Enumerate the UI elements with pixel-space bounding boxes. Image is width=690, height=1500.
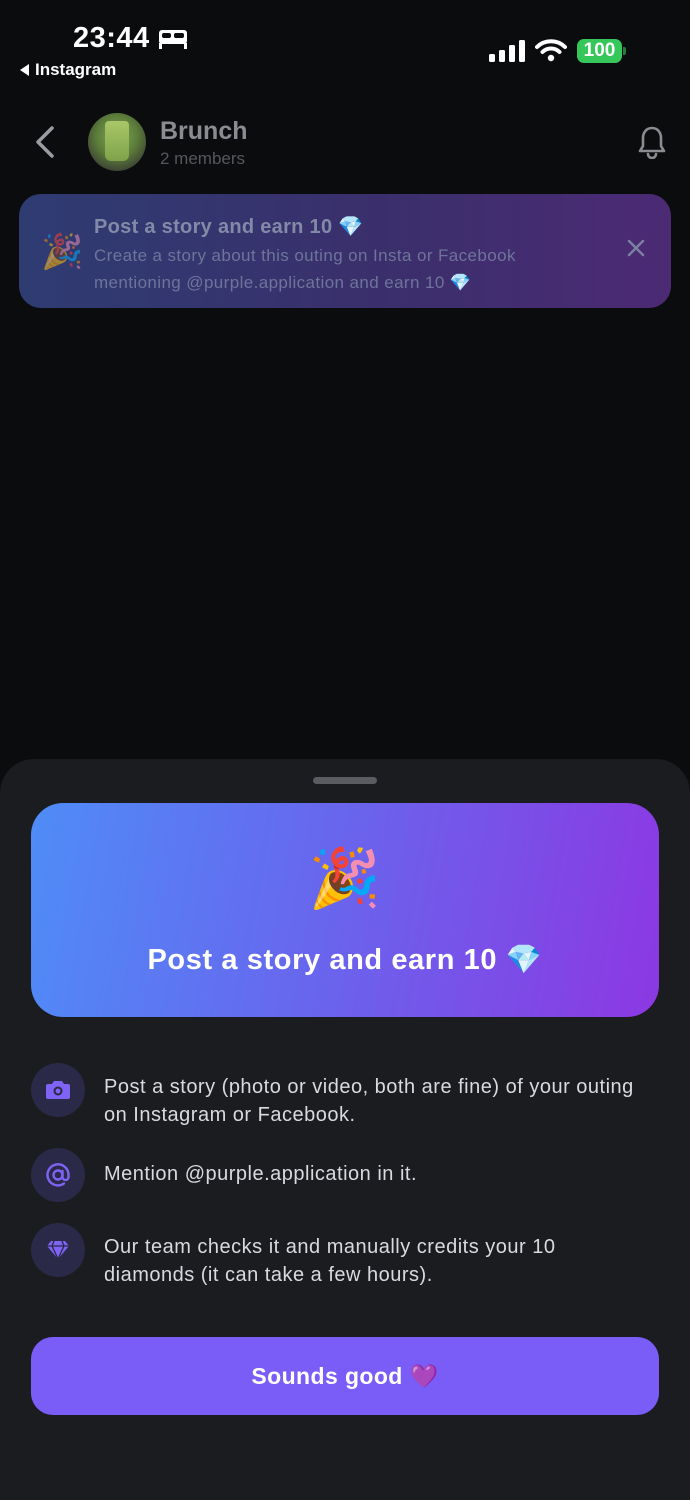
hero-card: 🎉 Post a story and earn 10 💎 [31, 803, 659, 1017]
back-app-label: Instagram [35, 60, 117, 79]
at-sign-icon [31, 1148, 85, 1202]
group-name[interactable]: Brunch [160, 117, 248, 146]
back-to-app-link[interactable]: Instagram [20, 60, 116, 80]
back-triangle-icon [20, 64, 29, 76]
close-icon[interactable] [625, 237, 647, 259]
step-text: Our team checks it and manually credits … [104, 1236, 556, 1286]
battery-nub [623, 47, 626, 55]
chat-header: Brunch 2 members [0, 105, 690, 180]
party-popper-icon: 🎉 [41, 233, 84, 271]
group-avatar[interactable] [88, 113, 146, 171]
party-popper-icon: 🎉 [308, 846, 382, 911]
step-text: Post a story (photo or video, both are f… [104, 1076, 634, 1126]
camera-icon [31, 1063, 85, 1117]
bell-icon[interactable] [638, 125, 666, 159]
group-members-count: 2 members [160, 149, 246, 168]
step-text: Mention @purple.application in it. [104, 1163, 418, 1185]
cellular-signal-icon [489, 40, 525, 62]
battery-indicator: 100 [577, 39, 627, 63]
clock: 23:44 [73, 22, 150, 54]
battery-level: 100 [577, 39, 622, 63]
sheet-drag-handle[interactable] [313, 777, 377, 784]
status-bar: 23:44 Instagram 100 [0, 0, 690, 90]
wifi-icon [535, 39, 567, 62]
back-chevron-icon[interactable] [34, 125, 56, 159]
bottom-sheet: 🎉 Post a story and earn 10 💎 Post a stor… [0, 759, 690, 1500]
hero-title: Post a story and earn 10 💎 [147, 944, 543, 976]
sounds-good-button[interactable]: Sounds good 💜 [31, 1337, 659, 1415]
banner-description: Create a story about this outing on Inst… [94, 246, 516, 292]
bed-icon [159, 30, 187, 49]
promo-banner[interactable]: 🎉 Post a story and earn 10 💎 Create a st… [19, 194, 671, 308]
avatar-image [105, 121, 129, 161]
diamond-icon [31, 1223, 85, 1277]
banner-title: Post a story and earn 10 💎 [94, 216, 364, 238]
